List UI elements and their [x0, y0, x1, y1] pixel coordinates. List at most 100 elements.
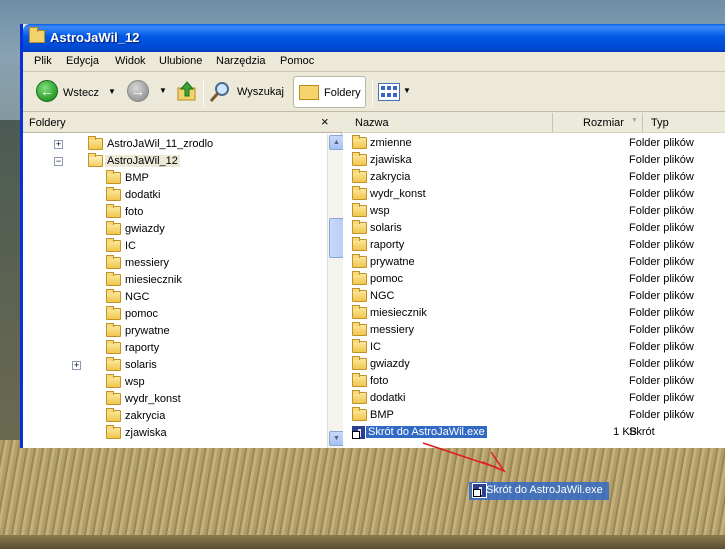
tree-item[interactable]: + solaris	[23, 357, 323, 374]
folder-icon	[352, 254, 367, 268]
file-row[interactable]: foto Folder plików	[343, 373, 725, 390]
folder-up-icon[interactable]	[177, 81, 197, 101]
menu-widok[interactable]: Widok	[115, 55, 146, 67]
folder-icon	[352, 407, 367, 421]
tree-item[interactable]: messiery	[23, 255, 323, 272]
drag-ghost-label: Skrót do AstroJaWil.exe	[486, 484, 603, 496]
collapse-icon[interactable]: −	[54, 157, 63, 166]
tree-item[interactable]: zakrycia	[23, 408, 323, 425]
file-row[interactable]: messiery Folder plików	[343, 322, 725, 339]
file-name: solaris	[370, 222, 402, 234]
tree-item[interactable]: gwiazdy	[23, 221, 323, 238]
file-row[interactable]: pomoc Folder plików	[343, 271, 725, 288]
column-name[interactable]: Nazwa	[343, 113, 553, 132]
file-row[interactable]: dodatki Folder plików	[343, 390, 725, 407]
folders-label: Foldery	[324, 87, 361, 99]
tree-item-label: dodatki	[125, 189, 161, 201]
folder-icon	[352, 203, 367, 217]
scroll-up-icon[interactable]: ▲	[329, 135, 344, 150]
tree-item[interactable]: wydr_konst	[23, 391, 323, 408]
search-label[interactable]: Wyszukaj	[237, 86, 284, 98]
folders-pane-title: Foldery	[29, 117, 66, 129]
folder-icon	[106, 289, 121, 303]
folder-icon	[106, 340, 121, 354]
file-type: Folder plików	[629, 290, 694, 302]
tree-scrollbar[interactable]: ▲ ▼	[327, 134, 344, 448]
file-row[interactable]: prywatne Folder plików	[343, 254, 725, 271]
menu-narzedzia[interactable]: Narzędzia	[216, 55, 266, 67]
close-icon[interactable]: ×	[321, 114, 329, 129]
tree-item[interactable]: BMP	[23, 170, 323, 187]
file-row[interactable]: wsp Folder plików	[343, 203, 725, 220]
folder-icon	[352, 288, 367, 302]
back-label: Wstecz	[63, 87, 100, 99]
file-row[interactable]: IC Folder plików	[343, 339, 725, 356]
folder-icon	[106, 391, 121, 405]
file-type: Folder plików	[629, 188, 694, 200]
menu-edycja[interactable]: Edycja	[66, 55, 99, 67]
expand-icon[interactable]: +	[72, 361, 81, 370]
file-row[interactable]: zjawiska Folder plików	[343, 152, 725, 169]
folder-icon	[106, 272, 121, 286]
menu-plik[interactable]: Plik	[34, 55, 52, 67]
folder-icon	[29, 27, 45, 43]
tree-item[interactable]: dodatki	[23, 187, 323, 204]
tree-item[interactable]: − AstroJaWil_12	[23, 153, 323, 170]
scroll-down-icon[interactable]: ▼	[329, 431, 344, 446]
chevron-down-icon[interactable]: ▼	[159, 86, 167, 95]
file-row[interactable]: Skrót do AstroJaWil.exe 1 KB Skrót	[343, 424, 725, 441]
tree-item[interactable]: zjawiska	[23, 425, 323, 442]
tree-item[interactable]: IC	[23, 238, 323, 255]
tree-item-label: BMP	[125, 172, 149, 184]
menu-pomoc[interactable]: Pomoc	[280, 55, 314, 67]
sort-arrow-icon: ▼	[631, 117, 638, 124]
file-row[interactable]: NGC Folder plików	[343, 288, 725, 305]
views-icon[interactable]	[378, 83, 400, 101]
folder-icon	[106, 306, 121, 320]
menu-ulubione[interactable]: Ulubione	[159, 55, 202, 67]
folder-icon	[299, 85, 319, 100]
folder-icon	[352, 390, 367, 404]
column-type[interactable]: Typ	[643, 113, 725, 132]
expand-icon[interactable]: +	[54, 140, 63, 149]
back-button[interactable]: ← Wstecz ▼	[33, 77, 118, 108]
folder-icon	[352, 186, 367, 200]
tree-item-label: wydr_konst	[125, 393, 181, 405]
folders-button[interactable]: Foldery	[293, 76, 366, 108]
magnifier-icon[interactable]	[209, 81, 231, 103]
tree-item[interactable]: foto	[23, 204, 323, 221]
folder-icon	[106, 425, 121, 439]
tree-item-label: pomoc	[125, 308, 159, 320]
file-row[interactable]: zmienne Folder plików	[343, 135, 725, 152]
tree-item[interactable]: miesiecznik	[23, 272, 323, 289]
column-size[interactable]: Rozmiar ▼	[553, 113, 643, 132]
folder-icon	[352, 169, 367, 183]
tree-item[interactable]: wsp	[23, 374, 323, 391]
tree-item[interactable]: pomoc	[23, 306, 323, 323]
tree-item[interactable]: + AstroJaWil_11_zrodlo	[23, 136, 323, 153]
folder-icon	[352, 271, 367, 285]
tree-item[interactable]: raporty	[23, 340, 323, 357]
column-name-label: Nazwa	[355, 117, 389, 129]
tree-item[interactable]: prywatne	[23, 323, 323, 340]
file-row[interactable]: zakrycia Folder plików	[343, 169, 725, 186]
file-row[interactable]: raporty Folder plików	[343, 237, 725, 254]
folder-icon	[88, 153, 103, 167]
file-row[interactable]: solaris Folder plików	[343, 220, 725, 237]
chevron-down-icon[interactable]: ▼	[403, 86, 411, 95]
file-type: Folder plików	[629, 273, 694, 285]
column-size-label: Rozmiar	[583, 117, 624, 129]
scroll-thumb[interactable]	[329, 218, 344, 258]
arrow-left-icon: ←	[36, 80, 58, 102]
file-name: miesiecznik	[370, 307, 427, 319]
file-name: zakrycia	[370, 171, 411, 183]
tree-item[interactable]: NGC	[23, 289, 323, 306]
folder-icon	[106, 408, 121, 422]
file-row[interactable]: miesiecznik Folder plików	[343, 305, 725, 322]
file-row[interactable]: gwiazdy Folder plików	[343, 356, 725, 373]
chevron-down-icon[interactable]: ▼	[108, 87, 116, 96]
file-row[interactable]: BMP Folder plików	[343, 407, 725, 424]
arrow-right-icon[interactable]: →	[127, 80, 149, 102]
file-row[interactable]: wydr_konst Folder plików	[343, 186, 725, 203]
title-bar[interactable]: AstroJaWil_12	[23, 24, 725, 52]
